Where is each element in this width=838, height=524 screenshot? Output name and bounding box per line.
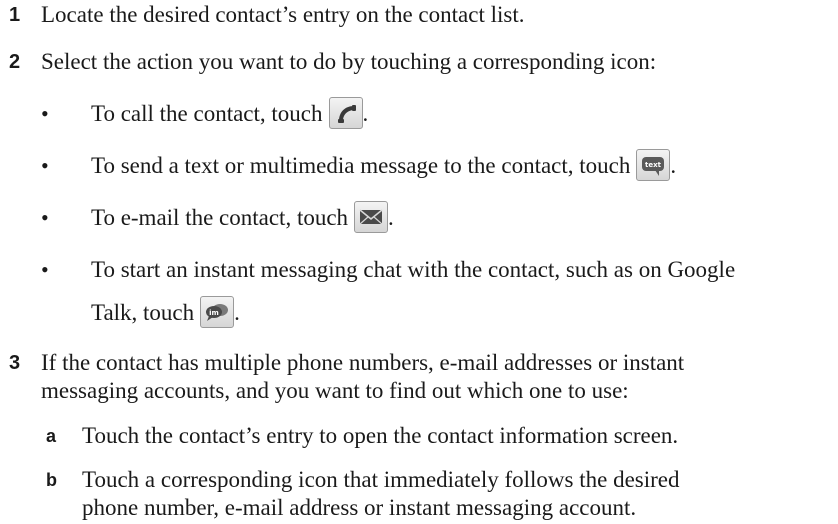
bullet-3: To e-mail the contact, touch. bbox=[91, 200, 394, 233]
bullet-1: To call the contact, touch. bbox=[91, 96, 369, 129]
bullet-3-end: . bbox=[388, 205, 394, 230]
bullet-3-symbol: • bbox=[41, 205, 49, 230]
substep-b-line1: Touch a corresponding icon that immediat… bbox=[82, 467, 680, 492]
step-number-3: 3 bbox=[9, 352, 21, 374]
substep-letter-a: a bbox=[46, 426, 57, 446]
substep-b-line2: phone number, e-mail address or instant … bbox=[82, 495, 637, 520]
bullet-2-symbol: • bbox=[41, 153, 49, 178]
substep-a-text: Touch the contact’s entry to open the co… bbox=[82, 423, 679, 448]
bullet-1-symbol: • bbox=[41, 101, 49, 126]
im-icon-label: im bbox=[209, 309, 219, 317]
bullet-2: To send a text or multimedia message to … bbox=[91, 148, 677, 181]
step-1-text: Locate the desired contact’s entry on th… bbox=[41, 2, 525, 27]
step-2-text: Select the action you want to do by touc… bbox=[41, 49, 657, 74]
step-3-line1: If the contact has multiple phone number… bbox=[41, 350, 685, 375]
text-message-icon: text bbox=[636, 148, 671, 181]
step-number-1: 1 bbox=[9, 4, 21, 26]
bullet-1-text: To call the contact, touch bbox=[91, 101, 323, 126]
envelope-icon bbox=[354, 200, 389, 233]
bullet-1-end: . bbox=[362, 101, 369, 126]
bullet-3-text: To e-mail the contact, touch bbox=[91, 205, 349, 230]
bullet-2-end: . bbox=[670, 153, 677, 178]
im-chat-icon: im bbox=[200, 295, 235, 328]
substep-letter-b: b bbox=[46, 470, 57, 490]
text-icon-label: text bbox=[645, 161, 662, 169]
manual-page: 1 Locate the desired contact’s entry on … bbox=[0, 0, 838, 524]
bullet-4-symbol: • bbox=[41, 257, 49, 282]
bullet-4-text: Talk, touch bbox=[91, 300, 195, 325]
phone-icon bbox=[328, 96, 363, 129]
bullet-2-text: To send a text or multimedia message to … bbox=[91, 153, 631, 178]
bullet-4-line1: To start an instant messaging chat with … bbox=[91, 257, 736, 282]
bullet-4-line2: Talk, touch im. bbox=[91, 295, 240, 328]
step-3-line2: messaging accounts, and you want to find… bbox=[41, 378, 629, 403]
bullet-4-end: . bbox=[234, 300, 240, 325]
step-number-2: 2 bbox=[9, 51, 21, 73]
